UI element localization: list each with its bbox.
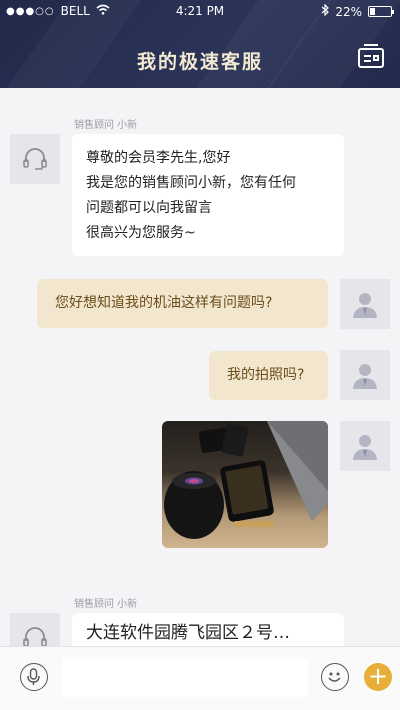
smiley-icon[interactable]: [321, 663, 349, 691]
chat-input-bar: +: [0, 646, 400, 710]
sender-name: 销售顾问 小新: [74, 599, 138, 610]
message-text: 大连软件园腾飞园区２号…: [86, 623, 290, 643]
user-avatar: [340, 421, 390, 471]
user-silhouette-icon: [353, 364, 377, 389]
message-text: 您好想知道我的机油这样有问题吗?: [55, 295, 273, 311]
user-silhouette-icon: [353, 435, 377, 460]
microphone-icon[interactable]: [20, 663, 48, 691]
user-message-bubble: 您好想知道我的机油这样有问题吗?: [37, 279, 328, 328]
message-photo[interactable]: [162, 421, 328, 548]
user-avatar: [340, 350, 390, 400]
headset-icon: [23, 148, 47, 170]
message-line: 我是您的销售顾问小新，您有任何: [86, 175, 296, 191]
bluetooth-icon: [321, 3, 330, 19]
message-line: 问题都可以向我留言: [86, 200, 212, 216]
user-message-bubble: 我的拍照吗?: [209, 351, 328, 400]
top-bar: ●●●○○ BELL 4:21 PM 22% 我的极速客服: [0, 0, 400, 88]
user-silhouette-icon: [353, 293, 377, 318]
battery-percent: 22%: [335, 4, 362, 19]
plus-icon[interactable]: +: [364, 663, 392, 691]
message-line: 尊敬的会员李先生,您好: [86, 150, 231, 166]
status-bar: ●●●○○ BELL 4:21 PM 22%: [0, 0, 400, 22]
page-title: 我的极速客服: [136, 51, 263, 73]
agent-message-bubble: 尊敬的会员李先生,您好 我是您的销售顾问小新，您有任何 问题都可以向我留言 很高…: [72, 134, 344, 256]
message-input[interactable]: [62, 659, 308, 697]
user-avatar: [340, 279, 390, 329]
sender-name: 销售顾问 小新: [74, 120, 138, 131]
message-line: 很高兴为您服务~: [86, 225, 196, 241]
id-card-icon[interactable]: [358, 44, 384, 68]
message-text: 我的拍照吗?: [227, 367, 305, 383]
battery-icon: [368, 6, 394, 17]
agent-avatar: [10, 134, 60, 184]
